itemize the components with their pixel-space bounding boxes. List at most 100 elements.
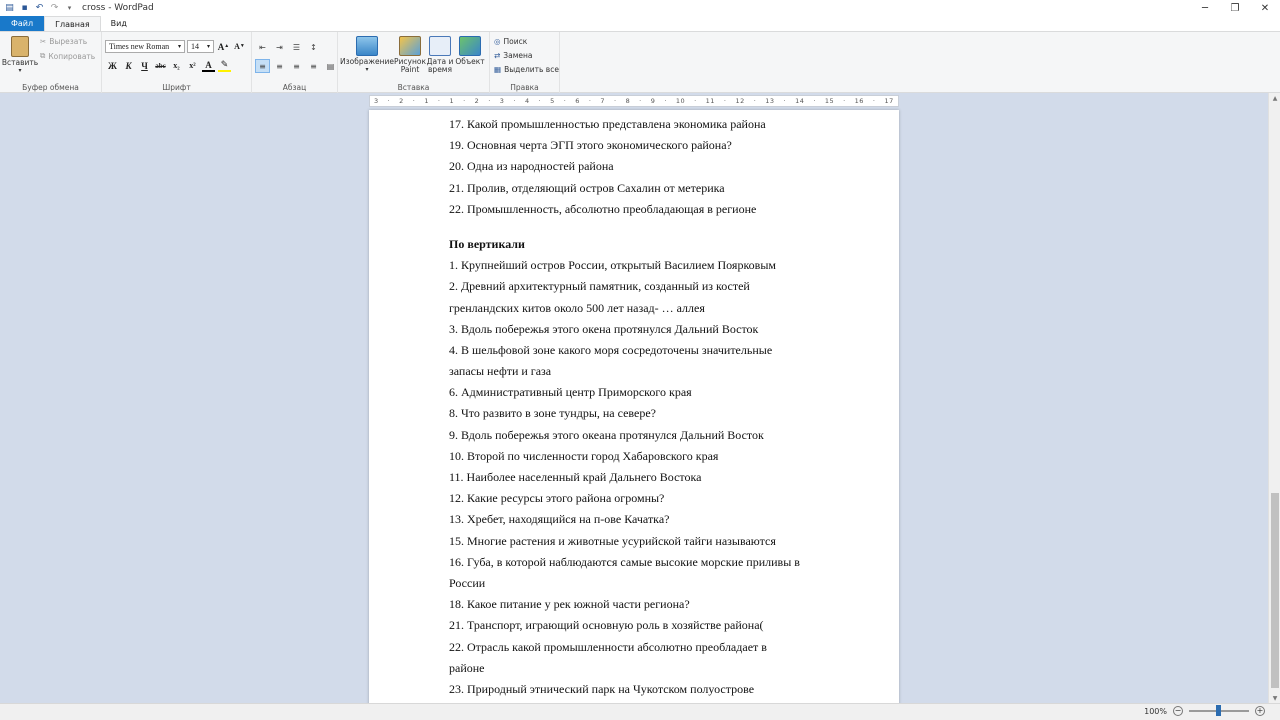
chevron-down-icon: ▾	[206, 43, 210, 50]
ruler-tick: 1	[424, 97, 429, 105]
document-area[interactable]: 3 · 2 · 1 · 1 · 2 · 3 · 4 · 5 · 6 · 7 · 8 · 9 · 10 · 11 · 12 · 13 · 14 · 1…	[0, 93, 1268, 703]
text-line[interactable]: 9. Вдоль побережья этого океана протянул…	[449, 425, 829, 446]
align-left-icon[interactable]: ≡	[255, 59, 270, 73]
zoom-slider-thumb[interactable]	[1216, 705, 1221, 716]
ruler[interactable]: 3 · 2 · 1 · 1 · 2 · 3 · 4 · 5 · 6 · 7 · 8 · 9 · 10 · 11 · 12 · 13 · 14 · 1…	[369, 95, 899, 107]
text-line[interactable]: гренландских китов около 500 лет назад- …	[449, 298, 829, 319]
text-line[interactable]: 12. Какие ресурсы этого района огромны?	[449, 488, 829, 509]
ruler-ticks: 3 · 2 · 1 · 1 · 2 · 3 · 4 · 5 · 6 · 7 · 8 · 9 · 10 · 11 · 12 · 13 · 14 · 1…	[370, 96, 898, 106]
scroll-up-icon[interactable]: ▲	[1269, 93, 1280, 103]
paragraph-align-row: ≡ ≡ ≡ ≡ ▤	[255, 59, 338, 73]
customize-qat-icon[interactable]: ▾	[63, 2, 76, 15]
paste-button[interactable]: Вставить ▾	[1, 36, 39, 75]
text-color-icon[interactable]: A	[202, 59, 215, 72]
ruler-tick: 10	[675, 97, 686, 105]
text-line[interactable]: 6. Административный центр Приморского кр…	[449, 382, 829, 403]
shrink-font-icon[interactable]: A ▼	[233, 40, 246, 53]
select-all-button[interactable]: ▦ Выделить все	[494, 65, 559, 74]
font-size-select[interactable]: 14 ▾	[187, 40, 214, 53]
text-line[interactable]: 21. Пролив, отделяющий остров Сахалин от…	[449, 178, 829, 199]
text-line[interactable]: 18. Какое питание у рек южной части реги…	[449, 594, 829, 615]
decrease-indent-icon[interactable]: ⇤	[255, 40, 270, 54]
text-line[interactable]: 2. Древний архитектурный памятник, созда…	[449, 276, 829, 297]
highlight-icon[interactable]: ✎	[218, 59, 231, 72]
text-line[interactable]: запасы нефти и газа	[449, 361, 829, 382]
document-page[interactable]: 17. Какой промышленностью представлена э…	[369, 110, 899, 703]
scroll-down-icon[interactable]: ▼	[1269, 693, 1280, 703]
date-time-button[interactable]: Дата и время	[426, 36, 454, 74]
zoom-slider[interactable]	[1189, 705, 1249, 716]
ruler-tick: 9	[650, 97, 656, 105]
tab-file[interactable]: Файл	[0, 16, 45, 31]
justify-icon[interactable]: ≡	[306, 59, 321, 73]
text-line[interactable]: 1. Крупнейший остров России, открытый Ва…	[449, 255, 829, 276]
tab-view[interactable]: Вид	[101, 16, 137, 31]
minimize-button[interactable]: ─	[1190, 0, 1220, 16]
replace-icon: ⇄	[494, 51, 501, 60]
line-spacing-icon[interactable]: ↕	[306, 40, 321, 54]
zoom-in-icon[interactable]: +	[1255, 706, 1265, 716]
bullets-icon[interactable]: ☰	[289, 40, 304, 54]
text-line[interactable]: 10. Второй по численности город Хабаровс…	[449, 446, 829, 467]
zoom-out-icon[interactable]: −	[1173, 706, 1183, 716]
ruler-tick: ·	[463, 97, 466, 105]
paragraph-top-row: ⇤ ⇥ ☰ ↕	[255, 40, 321, 54]
vertical-scrollbar[interactable]: ▲ ▼	[1268, 93, 1280, 703]
paste-label: Вставить	[1, 58, 39, 67]
text-line[interactable]: 23. Природный этнический парк на Чукотск…	[449, 679, 829, 700]
insert-picture-button[interactable]: Изображение ▾	[340, 36, 394, 74]
text-line[interactable]: 21. Транспорт, играющий основную роль в …	[449, 615, 829, 636]
text-format-buttons: Ж К Ч abc x₂ x² A ✎	[106, 59, 231, 72]
text-line[interactable]: 17. Какой промышленностью представлена э…	[449, 114, 829, 135]
grow-font-icon[interactable]: A ▲	[217, 40, 230, 53]
font-family-select[interactable]: Times new Roman ▾	[105, 40, 185, 53]
ruler-tick: ·	[783, 97, 787, 105]
find-button[interactable]: ◎ Поиск	[494, 37, 527, 46]
scrollbar-thumb[interactable]	[1271, 493, 1279, 688]
paragraph-settings-icon[interactable]: ▤	[323, 59, 338, 73]
strikethrough-button[interactable]: abc	[154, 59, 167, 72]
redo-icon[interactable]: ↷	[48, 2, 61, 15]
replace-button[interactable]: ⇄ Замена	[494, 51, 532, 60]
insert-object-button[interactable]: Объект	[455, 36, 485, 66]
bold-button[interactable]: Ж	[106, 59, 119, 72]
cut-button[interactable]: ✂ Вырезать	[40, 37, 87, 46]
text-line[interactable]: 19. Основная черта ЭГП этого экономическ…	[449, 135, 829, 156]
text-line[interactable]: России	[449, 573, 829, 594]
ruler-tick: 7	[600, 97, 606, 105]
text-line[interactable]: 22. Отрасль какой промышленности абсолют…	[449, 637, 829, 658]
restore-button[interactable]: ❐	[1220, 0, 1250, 16]
text-line[interactable]: 3. Вдоль побережья этого окена протянулс…	[449, 319, 829, 340]
subscript-button[interactable]: x₂	[170, 59, 183, 72]
ruler-tick: 5	[550, 97, 555, 105]
text-line[interactable]: 20. Одна из народностей района	[449, 156, 829, 177]
ruler-tick: ·	[488, 97, 491, 105]
align-center-icon[interactable]: ≡	[272, 59, 287, 73]
align-right-icon[interactable]: ≡	[289, 59, 304, 73]
text-line[interactable]: 8. Что развито в зоне тундры, на севере?	[449, 403, 829, 424]
ruler-tick: 15	[824, 97, 835, 105]
text-line[interactable]: 11. Наиболее населенный край Дальнего Во…	[449, 467, 829, 488]
text-line[interactable]: 15. Многие растения и животные усурийско…	[449, 531, 829, 552]
copy-button[interactable]: ⧉ Копировать	[40, 51, 95, 61]
text-line[interactable]: 13. Хребет, находящийся на п-ове Качатка…	[449, 509, 829, 530]
text-line[interactable]: 22. Промышленность, абсолютно преобладаю…	[449, 199, 829, 220]
undo-icon[interactable]: ↶	[33, 2, 46, 15]
section-heading[interactable]: По вертикали	[449, 234, 829, 255]
text-line[interactable]: 4. В шельфовой зоне какого моря сосредот…	[449, 340, 829, 361]
document-text[interactable]: 17. Какой промышленностью представлена э…	[449, 114, 829, 700]
close-button[interactable]: ✕	[1250, 0, 1280, 16]
underline-button[interactable]: Ч	[138, 59, 151, 72]
italic-button[interactable]: К	[122, 59, 135, 72]
paint-icon	[399, 36, 421, 56]
increase-indent-icon[interactable]: ⇥	[272, 40, 287, 54]
text-line[interactable]: 16. Губа, в которой наблюдаются самые вы…	[449, 552, 829, 573]
replace-label: Замена	[503, 51, 533, 60]
tab-home[interactable]: Главная	[44, 16, 101, 31]
paste-icon	[11, 36, 29, 57]
text-line[interactable]: районе	[449, 658, 829, 679]
superscript-button[interactable]: x²	[186, 59, 199, 72]
paint-drawing-button[interactable]: Рисунок Paint	[394, 36, 426, 74]
save-icon[interactable]: ▪	[18, 2, 31, 15]
chevron-down-icon: ▾	[18, 67, 22, 74]
